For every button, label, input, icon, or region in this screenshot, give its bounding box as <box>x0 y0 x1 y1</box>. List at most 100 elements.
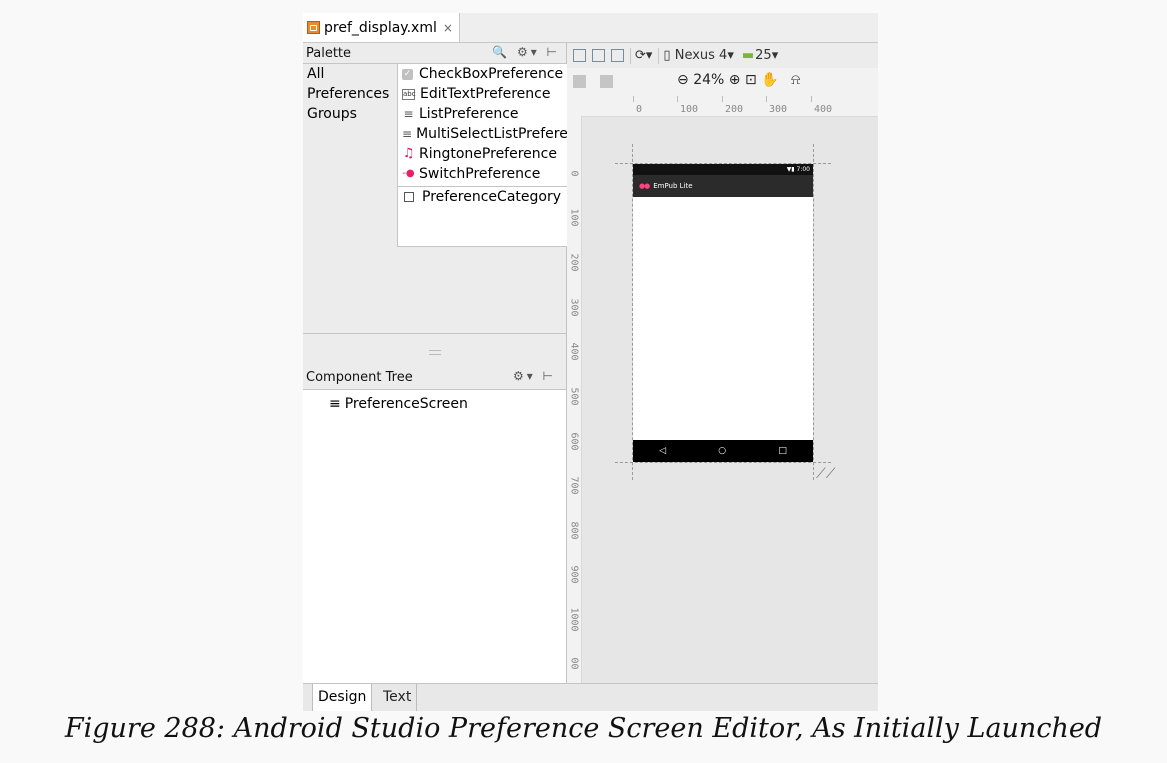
tab-text[interactable]: Text <box>378 684 418 711</box>
palette-item-label: RingtonePreference <box>419 146 557 162</box>
tab-design[interactable]: Design <box>312 684 373 711</box>
phone-status-bar: ▼▮ 7:00 <box>633 164 813 175</box>
design-view-icon[interactable] <box>573 49 586 62</box>
ruler-label: 200 <box>725 104 744 115</box>
zoom-level: 24% <box>693 72 725 88</box>
component-tree-tools-icons[interactable]: ⚙▾ ⊢ <box>513 369 556 383</box>
ruler-label: 200 <box>568 253 580 272</box>
palette-item-ringtone[interactable]: ♫ RingtonePreference <box>398 144 567 164</box>
palette-item-label: MultiSelectListPreference <box>416 126 567 142</box>
resize-handle-icon[interactable]: ⟋⟋ <box>816 466 836 482</box>
phone-app-bar: ●● EmPub Lite <box>633 175 813 197</box>
figure-caption: Figure 288: Android Studio Preference Sc… <box>64 713 1103 744</box>
device-frame-icon[interactable] <box>573 74 586 88</box>
recents-nav-icon: □ <box>778 446 787 456</box>
ruler-label: 100 <box>680 104 699 115</box>
ruler-label: 1000 <box>568 607 580 632</box>
ruler-label: 100 <box>568 208 580 227</box>
vertical-ruler: 0 100 200 300 400 500 600 700 800 900 10… <box>567 116 582 683</box>
phone-nav-bar: ◁ ○ □ <box>633 440 813 462</box>
editor-mode-tabs: Design Text <box>303 683 878 711</box>
file-tab[interactable]: pref_display.xml × <box>303 13 460 42</box>
ruler-label: 0 <box>568 170 580 177</box>
design-toolbar: ⟳▾ ▯ Nexus 4▾ ▬ 25▾ <box>567 43 878 69</box>
xml-file-icon <box>307 21 320 34</box>
back-nav-icon: ◁ <box>659 446 667 456</box>
android-icon: ▬ <box>741 48 755 63</box>
horizontal-ruler: 0 100 200 300 400 <box>567 94 878 117</box>
zoom-out-icon[interactable]: ⊖ <box>677 72 689 88</box>
ruler-label: 400 <box>814 104 833 115</box>
guide-line <box>813 144 814 480</box>
checkbox-icon: ✓ <box>402 68 413 80</box>
ruler-label: 500 <box>568 387 580 406</box>
ruler-label: 00 <box>568 657 580 670</box>
design-canvas[interactable]: 0 100 200 300 400 0 100 200 300 400 500 … <box>567 94 878 683</box>
fit-screen-icon[interactable]: ⊡ <box>745 72 757 88</box>
palette-item-label: CheckBoxPreference <box>419 66 564 82</box>
device-label: Nexus 4 <box>674 48 728 63</box>
list-icon: ≡ <box>402 127 413 141</box>
list-icon: ≡ <box>403 107 414 121</box>
both-views-icon[interactable] <box>611 49 624 62</box>
palette-panel: Palette 🔍 ⚙▾ ⊢ All Preferences Groups ✓ … <box>303 43 567 366</box>
palette-header: Palette 🔍 ⚙▾ ⊢ <box>303 43 566 64</box>
tree-node-preference-screen[interactable]: ≡ PreferenceScreen <box>303 390 566 412</box>
switch-icon: -● <box>402 168 415 179</box>
zoom-in-icon[interactable]: ⊕ <box>729 72 741 88</box>
palette-item-list[interactable]: ≡ ListPreference <box>398 104 567 124</box>
ruler-label: 600 <box>568 432 580 451</box>
blueprint-view-icon[interactable] <box>592 49 605 62</box>
ruler-tick <box>766 96 767 102</box>
app-title: EmPub Lite <box>653 182 693 190</box>
abc-icon: abc <box>402 88 416 100</box>
component-tree-header: Component Tree ⚙▾ ⊢ <box>303 365 566 390</box>
category-all[interactable]: All <box>303 64 397 84</box>
status-time: 7:00 <box>796 166 810 173</box>
home-nav-icon: ○ <box>718 446 727 456</box>
notifications-bell-icon[interactable]: ⍾ <box>791 72 800 88</box>
ruler-label: 400 <box>568 342 580 361</box>
ruler-tick <box>811 96 812 102</box>
api-label: 25 <box>755 48 772 63</box>
component-tree-panel: Component Tree ⚙▾ ⊢ ≡ PreferenceScreen <box>303 365 567 683</box>
palette-item-category[interactable]: PreferenceCategory <box>398 187 567 207</box>
palette-items: ✓ CheckBoxPreference abc EditTextPrefere… <box>397 64 567 247</box>
close-tab-icon[interactable]: × <box>443 21 453 35</box>
zoom-controls: ⊖ 24% ⊕ ⊡ ✋ ⍾ <box>677 72 800 88</box>
splitter-grip-icon[interactable] <box>429 350 441 355</box>
ruler-tick <box>633 96 634 102</box>
file-tab-label: pref_display.xml <box>324 19 437 36</box>
panel-splitter[interactable] <box>303 333 566 356</box>
palette-title: Palette <box>306 45 352 61</box>
ruler-label: 800 <box>568 521 580 540</box>
ruler-label: 300 <box>769 104 788 115</box>
ruler-label: 700 <box>568 476 580 495</box>
palette-item-label: EditTextPreference <box>420 86 551 102</box>
ruler-label: 900 <box>568 565 580 584</box>
toolbar-divider <box>658 47 660 64</box>
palette-item-checkbox[interactable]: ✓ CheckBoxPreference <box>398 64 567 84</box>
palette-tools-icons[interactable]: 🔍 ⚙▾ ⊢ <box>492 45 560 59</box>
phone-preview[interactable]: ▼▮ 7:00 ●● EmPub Lite ◁ ○ □ <box>633 164 813 462</box>
app-logo-icon: ●● <box>639 182 650 190</box>
palette-item-label: ListPreference <box>419 106 519 122</box>
resize-icon[interactable] <box>600 74 613 88</box>
palette-categories: All Preferences Groups <box>303 64 397 124</box>
guide-line <box>615 462 831 463</box>
api-selector[interactable]: 25▾ <box>755 48 778 63</box>
palette-item-label: PreferenceCategory <box>422 189 561 205</box>
category-groups[interactable]: Groups <box>303 104 397 124</box>
palette-item-multiselect[interactable]: ≡ MultiSelectListPreference <box>398 124 567 144</box>
tree-node-label: PreferenceScreen <box>344 396 468 412</box>
pan-hand-icon[interactable]: ✋ <box>761 72 778 88</box>
device-selector[interactable]: ▯ Nexus 4▾ <box>663 48 733 63</box>
orientation-icon[interactable]: ⟳▾ <box>635 48 652 63</box>
category-preferences[interactable]: Preferences <box>303 84 397 104</box>
palette-item-switch[interactable]: -● SwitchPreference <box>398 164 567 184</box>
palette-item-edittext[interactable]: abc EditTextPreference <box>398 84 567 104</box>
component-tree-title: Component Tree <box>306 369 413 385</box>
ruler-tick <box>677 96 678 102</box>
zoom-toolbar: ⊖ 24% ⊕ ⊡ ✋ ⍾ <box>567 68 878 94</box>
ruler-label: 300 <box>568 298 580 317</box>
